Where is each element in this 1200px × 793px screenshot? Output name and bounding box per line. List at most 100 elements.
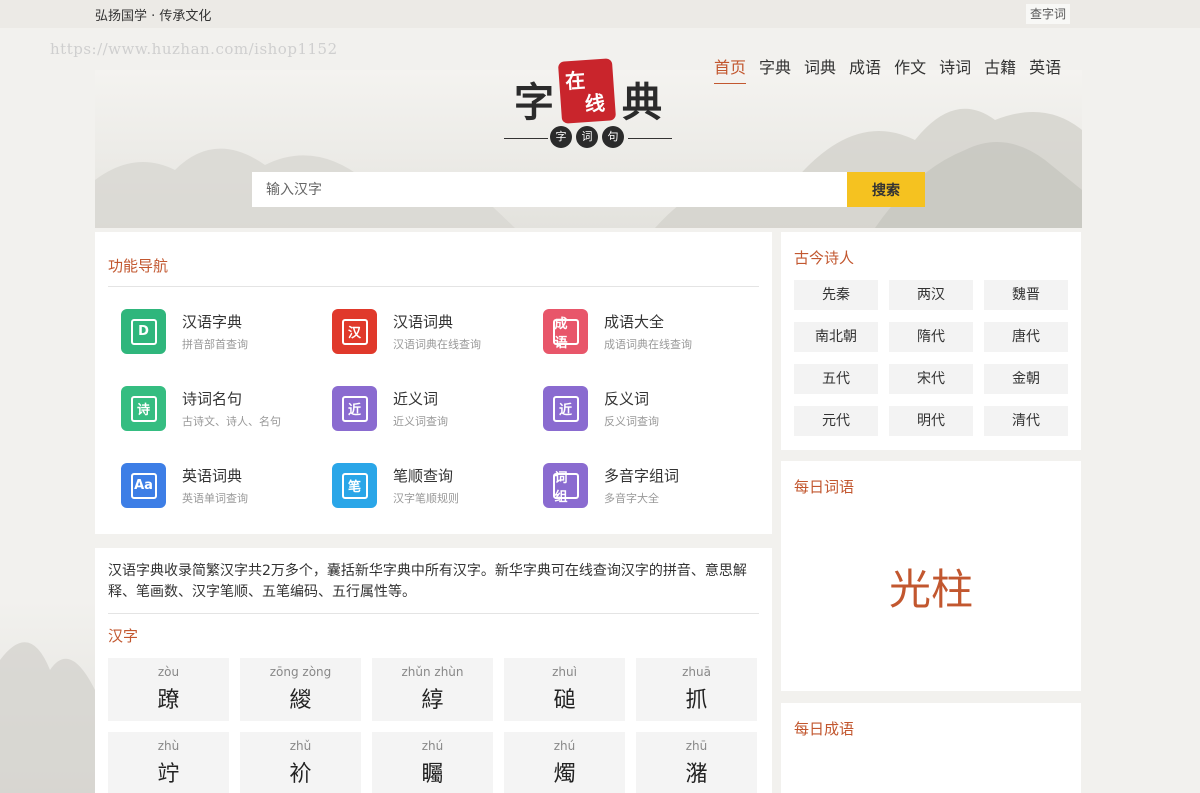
search-input[interactable]: [252, 172, 847, 207]
func-item[interactable]: D 汉语字典 拼音部首查询: [121, 309, 332, 354]
nav-home[interactable]: 首页: [714, 54, 747, 84]
nav-shici[interactable]: 诗词: [939, 54, 971, 84]
func-text: 成语大全 成语词典在线查询: [604, 311, 692, 352]
english-aa-icon: Aa: [121, 463, 166, 508]
func-icon-glyph: D: [130, 318, 157, 345]
hanzi-pinyin: zhù: [157, 739, 180, 753]
antonym-icon: 近: [543, 386, 588, 431]
func-icon-glyph: 诗: [130, 395, 157, 422]
func-name: 多音字组词: [604, 467, 680, 485]
era-button[interactable]: 宋代: [889, 364, 973, 394]
func-item[interactable]: 词组 多音字组词 多音字大全: [543, 463, 754, 508]
landscape-left: [0, 600, 95, 793]
logo-sub-char: 词: [576, 126, 598, 148]
func-name: 近义词: [393, 390, 439, 408]
lookup-link[interactable]: 查字词: [1026, 4, 1071, 24]
era-button[interactable]: 两汉: [889, 280, 973, 310]
era-button[interactable]: 明代: [889, 406, 973, 436]
daily-idiom-title: 每日成语: [794, 720, 855, 738]
era-button[interactable]: 金朝: [984, 364, 1068, 394]
func-name: 笔顺查询: [393, 467, 454, 485]
func-desc: 汉字笔顺规则: [393, 492, 459, 505]
logo-char-dian: 典: [622, 79, 662, 126]
func-text: 反义词 反义词查询: [604, 388, 659, 429]
func-icon-glyph: Aa: [130, 472, 157, 499]
func-desc: 汉语词典在线查询: [393, 338, 481, 351]
hanzi-cell[interactable]: zhǔn zhùn 綧: [372, 658, 493, 721]
watermark-url: https://www.huzhan.com/ishop1152: [50, 40, 338, 58]
hanzi-char: 抓: [685, 688, 708, 713]
func-text: 近义词 近义词查询: [393, 388, 448, 429]
dictionary-d-icon: D: [121, 309, 166, 354]
func-item[interactable]: Aa 英语词典 英语单词查询: [121, 463, 332, 508]
nav-guji[interactable]: 古籍: [984, 54, 1016, 84]
hanzi-cell[interactable]: zhǔ 衸: [240, 732, 361, 793]
hanzi-cell[interactable]: zhú 燭: [504, 732, 625, 793]
func-item[interactable]: 成语 成语大全 成语词典在线查询: [543, 309, 754, 354]
hanzi-pinyin: zhú: [553, 739, 576, 753]
func-text: 笔顺查询汉字笔顺规则: [393, 465, 459, 506]
hanzi-pinyin: zhǔn zhùn: [401, 665, 464, 679]
era-button[interactable]: 先秦: [794, 280, 878, 310]
func-icon-glyph: 词组: [552, 471, 579, 505]
era-button[interactable]: 五代: [794, 364, 878, 394]
func-item[interactable]: 笔笔顺查询 汉字笔顺规则: [332, 463, 543, 508]
hanzi-pinyin: zhuì: [552, 665, 577, 679]
era-button[interactable]: 南北朝: [794, 322, 878, 352]
func-item[interactable]: 汉汉语词典 汉语词典在线查询: [332, 309, 543, 354]
idiom-book-icon: 成语: [543, 309, 588, 354]
func-desc: 英语单词查询: [182, 492, 248, 505]
hanzi-grid: zòu 蹽 zōng zòng 緵 zhǔn zhùn 綧 zhuì 磓 zhuā 抓 zhù 竚 zh…: [108, 658, 759, 793]
hanzi-section-title: 汉字: [108, 627, 139, 645]
daily-idiom-card: 每日成语: [781, 703, 1081, 793]
func-icon-glyph: 成语: [552, 317, 579, 351]
hanzi-char: 矚: [421, 762, 444, 787]
hanzi-cell[interactable]: zhù 竚: [108, 732, 229, 793]
function-nav-card: 功能导航 D 汉语字典 拼音部首查询汉汉语词典 汉语词典在线查询 成语 成语大全 成语词典在…: [95, 232, 772, 534]
era-button[interactable]: 魏晋: [984, 280, 1068, 310]
synonym-icon: 近: [332, 386, 377, 431]
logo-divider: [628, 138, 672, 139]
nav-english[interactable]: 英语: [1029, 54, 1061, 84]
nav-cidian[interactable]: 词典: [804, 54, 836, 84]
hanzi-char: 緵: [289, 688, 312, 713]
era-button[interactable]: 唐代: [984, 322, 1068, 352]
logo-seal-char: 在: [564, 68, 587, 94]
search-bar: 搜索: [252, 172, 925, 207]
hanzi-pinyin: zhuā: [682, 665, 711, 679]
func-icon-glyph: 笔: [341, 472, 368, 499]
daily-word[interactable]: 光柱: [781, 556, 1081, 617]
poets-title: 古今诗人: [794, 249, 855, 267]
hanzi-cell[interactable]: zhuā 抓: [636, 658, 757, 721]
site-slogan: 弘扬国学 · 传承文化: [95, 9, 212, 24]
func-item[interactable]: 近反义词 反义词查询: [543, 386, 754, 431]
logo-char-zi: 字: [514, 79, 554, 126]
era-button[interactable]: 元代: [794, 406, 878, 436]
hanzi-cell[interactable]: zōng zòng 緵: [240, 658, 361, 721]
func-item[interactable]: 近近义词 近义词查询: [332, 386, 543, 431]
hanzi-char: 衸: [289, 762, 312, 787]
polyphone-icon: 词组: [543, 463, 588, 508]
nav-zuowen[interactable]: 作文: [894, 54, 926, 84]
site-logo[interactable]: 字 在 线 典 字 词 句: [500, 58, 680, 152]
function-nav-title: 功能导航: [108, 255, 759, 287]
era-button[interactable]: 清代: [984, 406, 1068, 436]
hanzi-cell[interactable]: zhū 潴: [636, 732, 757, 793]
search-button[interactable]: 搜索: [847, 172, 925, 207]
func-text: 诗词名句 古诗文、诗人、名句: [182, 388, 281, 429]
intro-card: 汉语字典收录简繁汉字共2万多个，囊括新华字典中所有汉字。新华字典可在线查询汉字的…: [95, 548, 772, 793]
func-name: 汉语词典: [393, 313, 454, 331]
nav-chengyu[interactable]: 成语: [849, 54, 881, 84]
hanzi-pinyin: zòu: [157, 665, 180, 679]
hanzi-char: 綧: [421, 688, 444, 713]
hanzi-cell[interactable]: zòu 蹽: [108, 658, 229, 721]
hanzi-cell[interactable]: zhuì 磓: [504, 658, 625, 721]
hanzi-cell[interactable]: zhú 矚: [372, 732, 493, 793]
hanzi-pinyin: zhū: [685, 739, 708, 753]
logo-sub-char: 句: [602, 126, 624, 148]
era-button[interactable]: 隋代: [889, 322, 973, 352]
function-nav-grid: D 汉语字典 拼音部首查询汉汉语词典 汉语词典在线查询 成语 成语大全 成语词典在线查询诗诗…: [108, 309, 759, 508]
func-item[interactable]: 诗诗词名句 古诗文、诗人、名句: [121, 386, 332, 431]
func-icon-glyph: 近: [341, 395, 368, 422]
nav-zidian[interactable]: 字典: [759, 54, 791, 84]
